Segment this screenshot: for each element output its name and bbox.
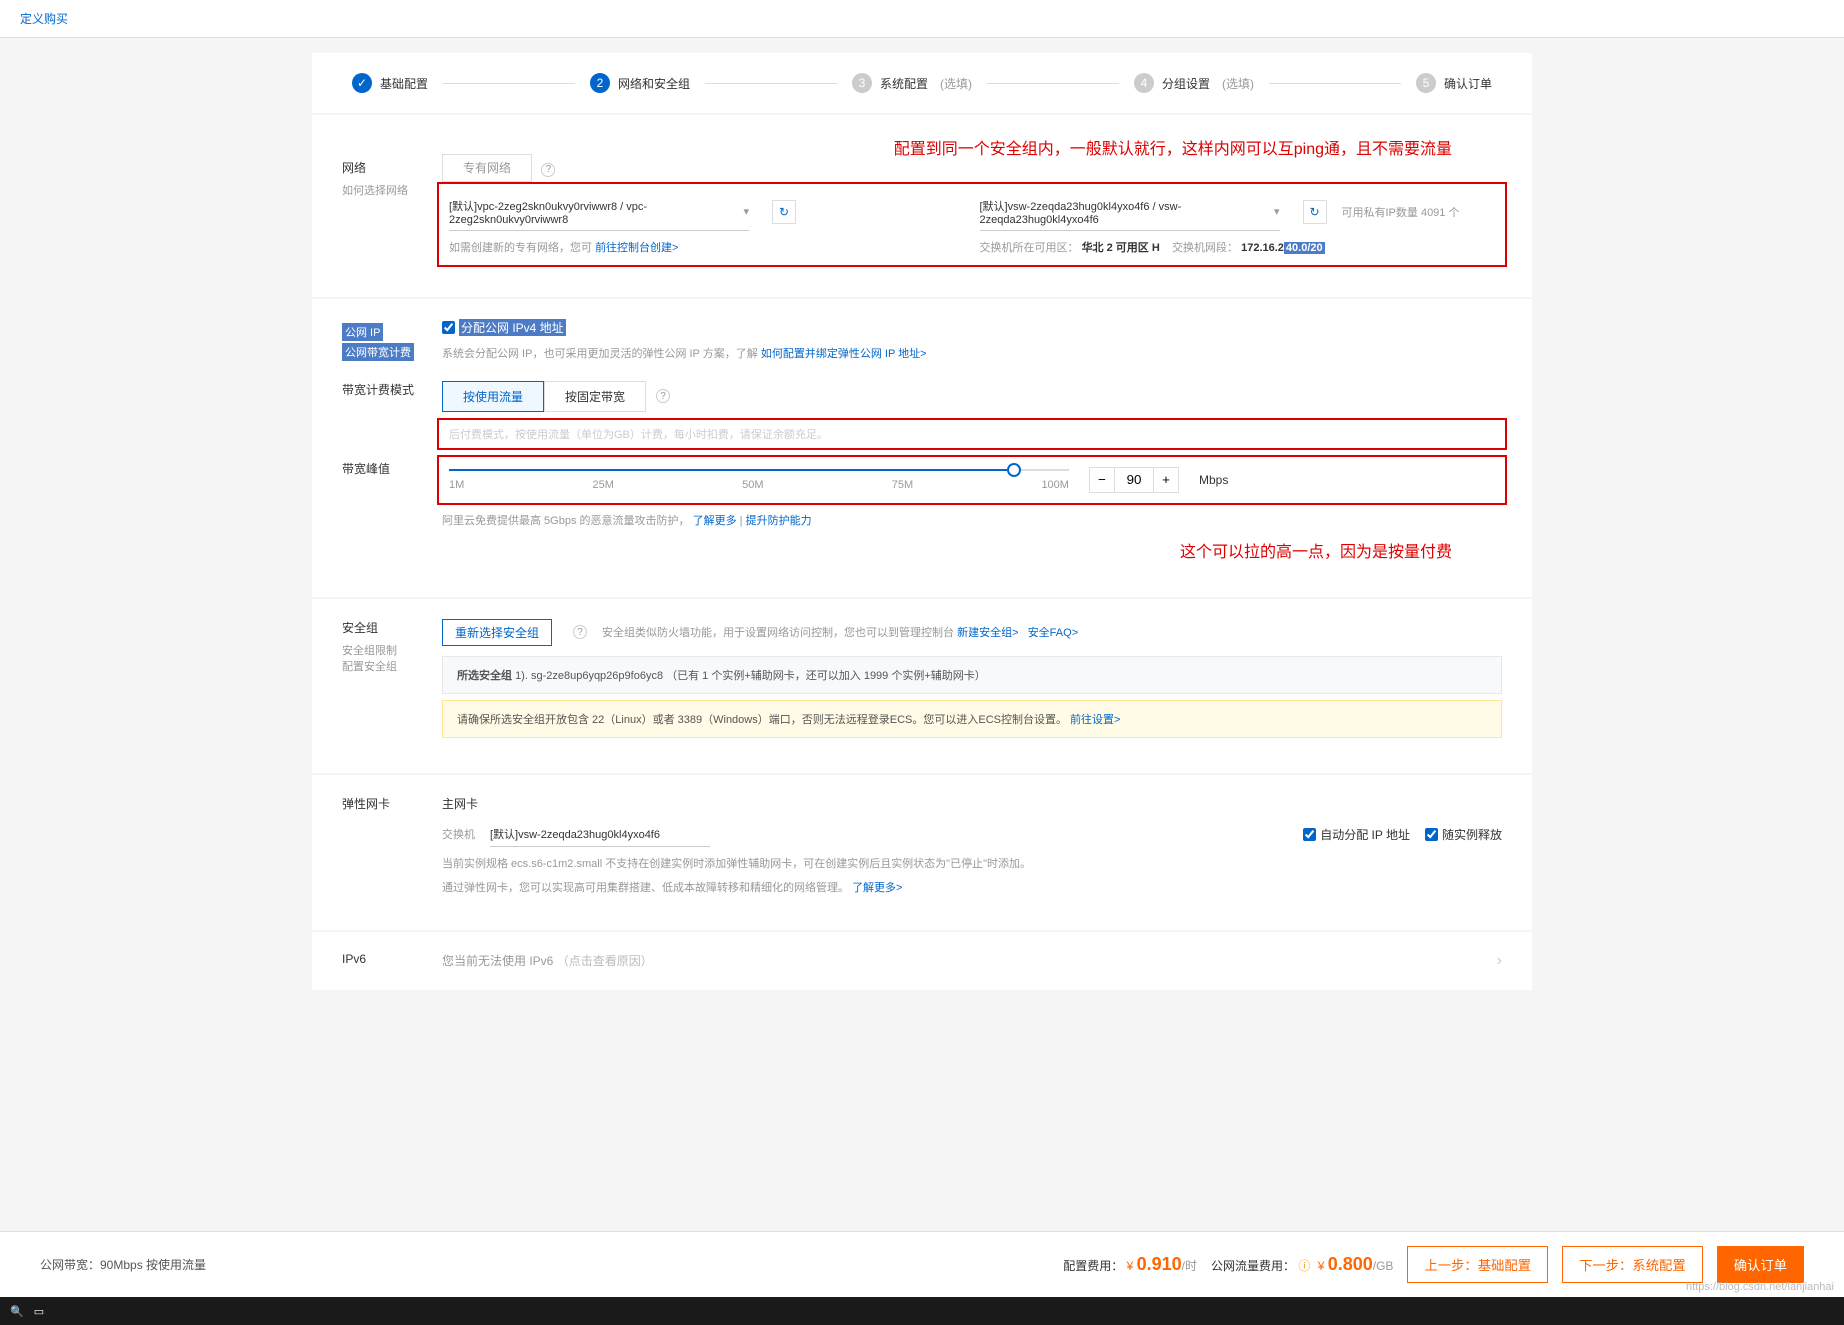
- highlight-box: [默认]vpc-2zeg2skn0ukvy0rviwwr8 / vpc-2zeg…: [437, 182, 1507, 267]
- security-sub2: 配置安全组: [342, 658, 442, 674]
- step-number: 2: [590, 73, 610, 93]
- bandwidth-unit: Mbps: [1199, 473, 1228, 487]
- step-number: 3: [852, 73, 872, 93]
- slider-handle[interactable]: [1007, 463, 1021, 477]
- security-sub1: 安全组限制: [342, 642, 442, 658]
- vpc-dropdown[interactable]: [默认]vpc-2zeg2skn0ukvy0rviwwr8 / vpc-2zeg…: [449, 194, 749, 231]
- publicip-panel: 公网 IP 公网带宽计费 分配公网 IPv4 地址 系统会分配公网 IP，也可采…: [312, 299, 1532, 597]
- eni-primary-label: 主网卡: [442, 795, 1502, 812]
- network-panel: 配置到同一个安全组内，一般默认就行，这样内网可以互ping通，且不需要流量 网络…: [312, 115, 1532, 297]
- step-network[interactable]: 2 网络和安全组: [590, 73, 690, 93]
- refresh-icon[interactable]: ↻: [772, 200, 796, 224]
- caret-down-icon: ▾: [743, 205, 749, 218]
- eip-config-link[interactable]: 如何配置并绑定弹性公网 IP 地址>: [761, 348, 927, 360]
- plus-button[interactable]: +: [1154, 468, 1178, 492]
- search-icon[interactable]: 🔍: [10, 1305, 24, 1318]
- taskbar[interactable]: 🔍 ▭: [0, 1297, 1844, 1325]
- security-label: 安全组: [342, 619, 442, 636]
- network-help-link[interactable]: 如何选择网络: [342, 182, 442, 198]
- vpc-type-button[interactable]: 专有网络: [442, 154, 532, 182]
- task-icon[interactable]: ▭: [34, 1305, 44, 1318]
- eni-panel: 弹性网卡 主网卡 交换机 [默认]vsw-2zeqda23hug0kl4yxo4…: [312, 775, 1532, 930]
- ipv6-panel[interactable]: IPv6 您当前无法使用 IPv6 （点击查看原因） ›: [312, 932, 1532, 990]
- billing-mode-label: 带宽计费模式: [342, 381, 442, 445]
- traffic-price: 0.800: [1328, 1254, 1373, 1274]
- prev-step-button[interactable]: 上一步：基础配置: [1407, 1246, 1548, 1283]
- step-group[interactable]: 4 分组设置 (选填): [1134, 73, 1254, 93]
- info-icon: ⓘ: [1298, 1259, 1310, 1273]
- help-icon[interactable]: ?: [541, 163, 555, 177]
- check-icon: [352, 73, 372, 93]
- chevron-right-icon: ›: [1497, 952, 1502, 970]
- annotation-text: 这个可以拉的高一点，因为是按量付费: [442, 538, 1502, 562]
- step-system[interactable]: 3 系统配置 (选填): [852, 73, 972, 93]
- network-label: 网络: [342, 159, 442, 176]
- footer-bar: 公网带宽：90Mbps 按使用流量 配置费用： ¥ 0.910/时 公网流量费用…: [0, 1231, 1844, 1297]
- eni-learn-link[interactable]: 了解更多>: [852, 882, 902, 894]
- billing-traffic-button[interactable]: 按使用流量: [442, 381, 544, 412]
- watermark: https://blog.csdn.net/lanjianhai: [1686, 1281, 1834, 1293]
- create-vpc-link[interactable]: 前往控制台创建>: [595, 242, 678, 254]
- minus-button[interactable]: −: [1090, 468, 1114, 492]
- security-panel: 安全组 安全组限制 配置安全组 重新选择安全组 ? 安全组类似防火墙功能，用于设…: [312, 599, 1532, 773]
- eni-switch-dropdown[interactable]: [默认]vsw-2zeqda23hug0kl4yxo4f6: [490, 822, 710, 847]
- bandwidth-slider[interactable]: 1M 25M 50M 75M 100M: [449, 469, 1069, 491]
- confirm-order-button[interactable]: 确认订单: [1717, 1246, 1804, 1283]
- selected-sg-box: 所选安全组 1). sg-2ze8up6yqp26p9fo6yc8 （已有 1 …: [442, 656, 1502, 694]
- create-sg-link[interactable]: 新建安全组>: [957, 627, 1018, 639]
- eni-label: 弹性网卡: [342, 795, 442, 895]
- vswitch-info: 交换机所在可用区： 华北 2 可用区 H 交换机网段： 172.16.240.0…: [980, 239, 1496, 255]
- ipv6-label: IPv6: [342, 952, 442, 970]
- billing-label: 公网带宽计费: [342, 343, 414, 361]
- release-with-instance-checkbox[interactable]: 随实例释放: [1425, 826, 1502, 843]
- step-confirm[interactable]: 5 确认订单: [1416, 73, 1492, 93]
- vswitch-dropdown[interactable]: [默认]vsw-2zeqda23hug0kl4yxo4f6 / vsw-2zeq…: [980, 194, 1280, 231]
- bandwidth-input[interactable]: [1114, 468, 1154, 492]
- billing-desc: 后付费模式，按使用流量（单位为GB）计费，每小时扣费，请保证余额充足。: [449, 426, 1495, 442]
- selected-text: 40.0/20: [1284, 242, 1325, 254]
- help-icon[interactable]: ?: [656, 389, 670, 403]
- publicip-label: 公网 IP: [342, 323, 383, 341]
- auto-ip-checkbox[interactable]: 自动分配 IP 地址: [1303, 826, 1410, 843]
- step-number: 5: [1416, 73, 1436, 93]
- top-link[interactable]: 定义购买: [0, 0, 1844, 38]
- vpc-help: 如需创建新的专有网络，您可 前往控制台创建>: [449, 239, 965, 255]
- reselect-sg-button[interactable]: 重新选择安全组: [442, 619, 552, 646]
- wizard-steps: 基础配置 2 网络和安全组 3 系统配置 (选填) 4 分组设置 (选填) 5 …: [312, 53, 1532, 113]
- ip-count: 可用私有IP数量 4091 个: [1342, 204, 1460, 220]
- ddos-upgrade-link[interactable]: 提升防护能力: [746, 515, 812, 527]
- step-basic[interactable]: 基础配置: [352, 73, 428, 93]
- step-number: 4: [1134, 73, 1154, 93]
- refresh-icon[interactable]: ↻: [1303, 200, 1327, 224]
- sg-settings-link[interactable]: 前往设置>: [1070, 714, 1120, 726]
- switch-label: 交换机: [442, 826, 475, 842]
- billing-fixed-button[interactable]: 按固定带宽: [544, 381, 646, 412]
- bandwidth-stepper[interactable]: − +: [1089, 467, 1179, 493]
- caret-down-icon: ▾: [1274, 205, 1280, 218]
- config-price: 0.910: [1137, 1254, 1182, 1274]
- ddos-learn-link[interactable]: 了解更多: [693, 515, 737, 527]
- sg-faq-link[interactable]: 安全FAQ>: [1028, 627, 1078, 639]
- ipv6-reason-link[interactable]: （点击查看原因）: [557, 954, 653, 968]
- sg-warning: 请确保所选安全组开放包含 22（Linux）或者 3389（Windows）端口…: [442, 700, 1502, 738]
- assign-ip-checkbox[interactable]: 分配公网 IPv4 地址: [442, 319, 566, 336]
- bandwidth-label: 带宽峰值: [342, 460, 442, 562]
- next-step-button[interactable]: 下一步：系统配置: [1562, 1246, 1703, 1283]
- help-icon[interactable]: ?: [573, 625, 587, 639]
- footer-summary: 公网带宽：90Mbps 按使用流量: [40, 1256, 1063, 1273]
